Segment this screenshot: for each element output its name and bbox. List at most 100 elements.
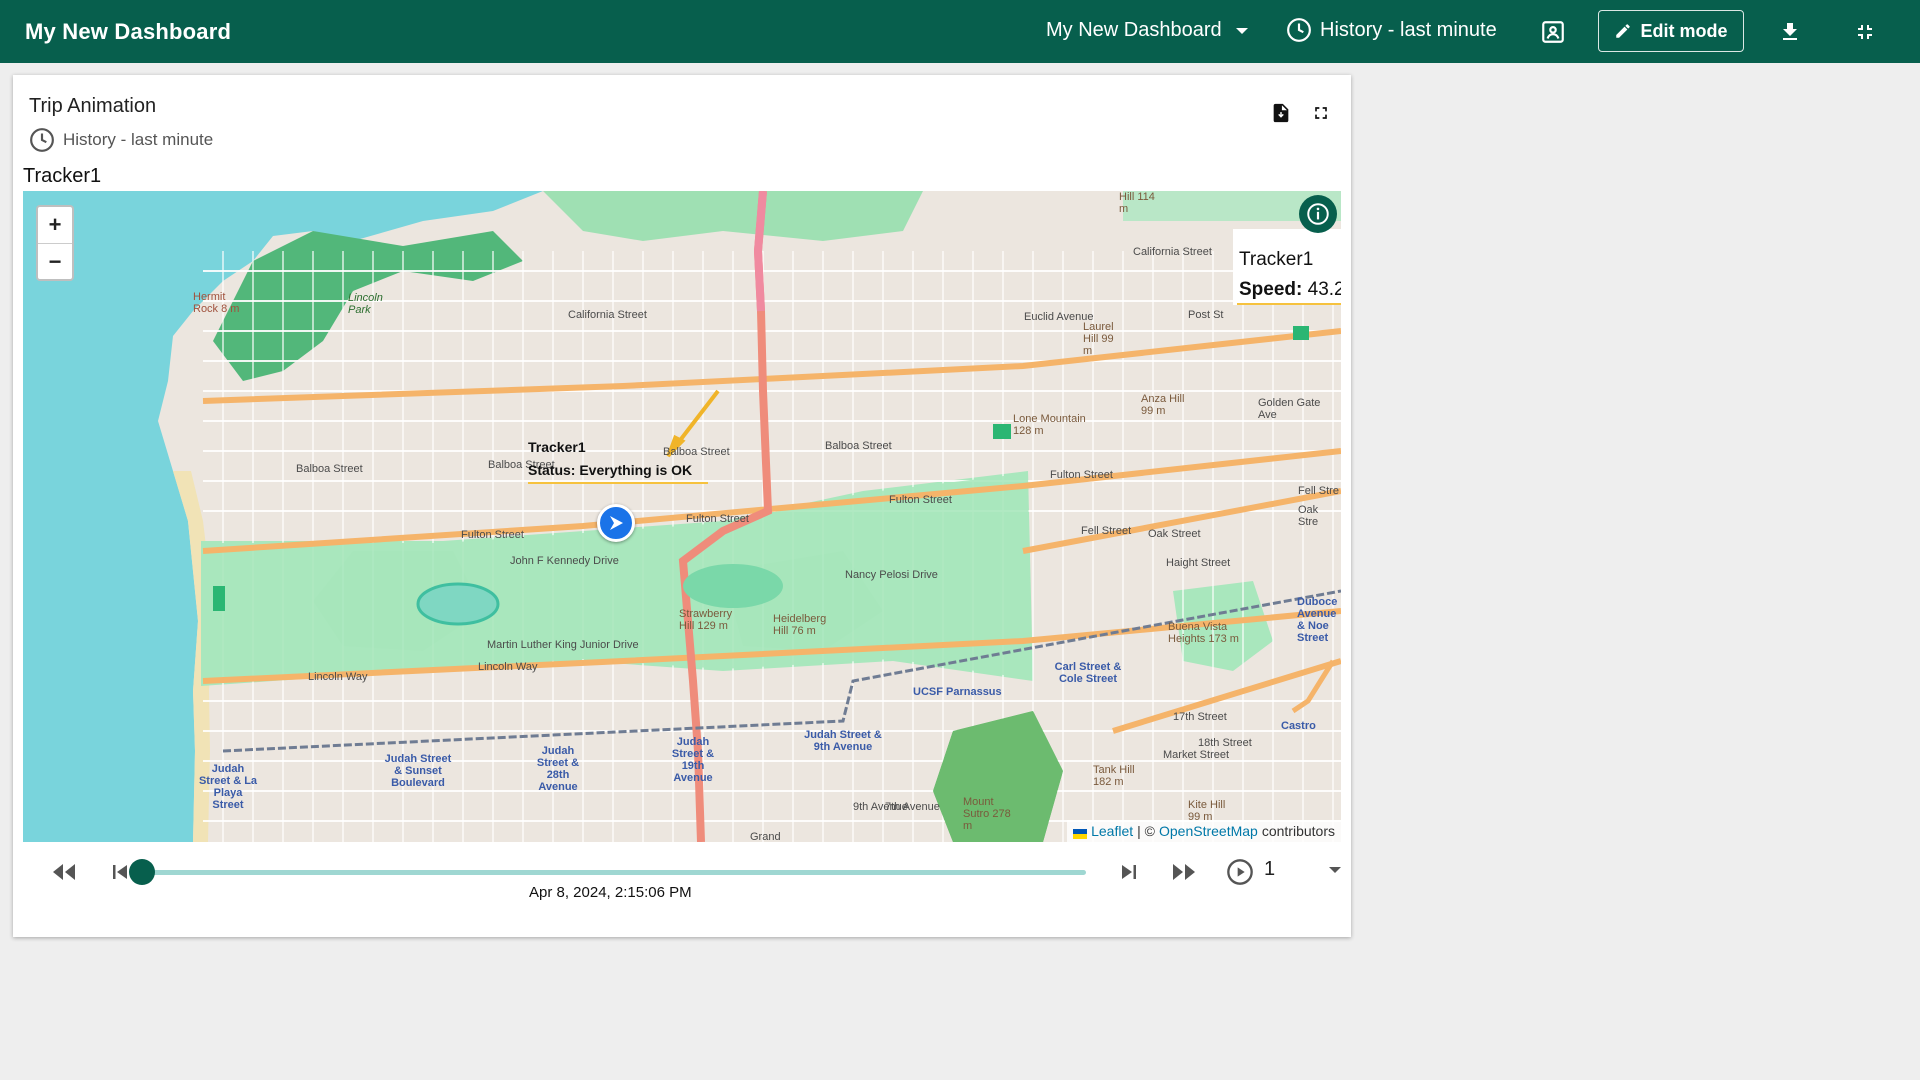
widget-fullscreen-button[interactable] [1307, 99, 1335, 127]
pencil-icon [1616, 24, 1631, 38]
image-export-button[interactable] [1538, 17, 1568, 47]
widget-timewindow-label: History - last minute [63, 130, 214, 149]
fast-rewind-button[interactable] [48, 856, 80, 888]
chevron-down-icon[interactable] [1329, 867, 1341, 873]
widget-timewindow: History - last minute [29, 127, 213, 153]
map-attribution: Leaflet | © OpenStreetMap contributors [1067, 820, 1341, 842]
marker-tooltip: Tracker1 Status: Everything is OK [528, 436, 708, 484]
timewindow-label: History - last minute [1320, 18, 1497, 41]
place-label: Hill 114 m [1119, 191, 1155, 215]
street-label: 17th Street [1173, 711, 1227, 723]
place-label: 7th Avenue [885, 801, 940, 813]
zoom-out-button[interactable]: − [38, 244, 72, 280]
app-title: My New Dashboard [25, 19, 232, 44]
tracker-popup: Tracker1 Speed: 43.2 [1233, 229, 1341, 305]
tracker-marker[interactable] [597, 504, 635, 542]
top-toolbar: My New Dashboard My New Dashboard Histor… [0, 0, 1920, 63]
popup-speed-value: 43.2 [1307, 279, 1341, 300]
skip-next-button[interactable] [1113, 856, 1145, 888]
attribution-separator: | © [1137, 823, 1155, 839]
marker-tooltip-name: Tracker1 [528, 439, 586, 455]
map-labels: California Street Balboa Street Balboa S… [23, 191, 1341, 842]
street-label: Oak Street [1148, 528, 1201, 540]
dashboard-select[interactable]: My New Dashboard [1046, 19, 1248, 42]
place-label: Judah Street & 28th Avenue [536, 745, 580, 793]
edit-mode-button[interactable]: Edit mode [1598, 10, 1744, 52]
place-label: Judah Street & 9th Avenue [804, 729, 882, 753]
download-icon [1783, 23, 1797, 40]
info-button[interactable] [1299, 195, 1337, 233]
skip-next-icon [1122, 865, 1136, 879]
play-circle-icon [1227, 859, 1253, 885]
skip-previous-icon [113, 865, 127, 879]
zoom-control: + − [36, 205, 74, 281]
edit-mode-label: Edit mode [1640, 20, 1728, 41]
direction-arrow-icon [610, 516, 623, 530]
street-label: Martin Luther King Junior Drive [487, 639, 639, 651]
street-label: Oak Stre [1298, 504, 1319, 528]
clock-icon [1287, 18, 1311, 42]
street-label: Balboa Street [296, 463, 363, 475]
place-label: Judah Street & Sunset Boulevard [384, 753, 452, 789]
popup-entity-name: Tracker1 [1239, 249, 1314, 270]
place-label: UCSF Parnassus [913, 686, 1002, 698]
place-label: Lincoln Park [348, 292, 383, 316]
ukraine-flag-icon [1073, 826, 1088, 839]
widget-title: Trip Animation [29, 95, 157, 117]
place-label: Grand [750, 831, 781, 842]
info-icon [1307, 203, 1329, 225]
street-label: Post St [1188, 309, 1224, 321]
street-label: Market Street [1163, 749, 1230, 761]
exit-fullscreen-button[interactable] [1850, 17, 1880, 47]
street-label: Fulton Street [686, 513, 749, 525]
place-label: Heidelberg Hill 76 m [773, 613, 827, 637]
place-label: Hermit Rock 8 m [193, 291, 240, 315]
timeline-thumb[interactable] [129, 859, 155, 885]
download-button[interactable] [1775, 17, 1805, 47]
place-label: Judah Street & La Playa Street [198, 763, 258, 811]
place-label: Buena Vista Heights 173 m [1168, 621, 1239, 645]
osm-link[interactable]: OpenStreetMap [1159, 823, 1258, 839]
fullscreen-icon [1315, 107, 1327, 119]
street-label: Fell Stre [1298, 485, 1339, 497]
street-label: Golden Gate Ave [1258, 397, 1321, 421]
place-label: Anza Hill 99 m [1141, 393, 1185, 417]
street-label: Haight Street [1166, 557, 1231, 569]
street-label: Balboa Street [825, 440, 892, 452]
trip-animation-widget: Trip Animation History - last minute Tra… [13, 75, 1351, 937]
street-label: Lincoln Way [308, 671, 368, 683]
street-label: California Street [568, 309, 647, 321]
entity-label: Tracker1 [23, 165, 102, 187]
play-button[interactable] [1224, 856, 1256, 888]
marker-tooltip-status: Status: Everything is OK [528, 462, 693, 478]
fast-forward-icon [1173, 864, 1195, 880]
export-csv-button[interactable] [1267, 99, 1295, 127]
popup-underline [1237, 303, 1341, 305]
place-label: Castro [1281, 720, 1316, 732]
timeline-timestamp: Apr 8, 2024, 2:15:06 PM [529, 884, 692, 901]
place-label: Lone Mountain 128 m [1013, 413, 1086, 437]
playback-speed-value[interactable]: 1 [1264, 858, 1275, 881]
place-label: Strawberry Hill 129 m [679, 608, 733, 632]
street-label: California Street [1133, 246, 1212, 258]
file-download-icon [1273, 103, 1289, 123]
zoom-in-button[interactable]: + [38, 207, 72, 244]
chevron-down-icon [1235, 27, 1248, 34]
clock-icon [30, 128, 54, 152]
timewindow-button[interactable]: History - last minute [1286, 17, 1497, 43]
fast-forward-button[interactable] [1168, 856, 1200, 888]
street-label: Fulton Street [461, 529, 524, 541]
street-label: Lincoln Way [478, 661, 538, 673]
place-label: Mount Sutro 278 m [963, 796, 1011, 832]
fullscreen-exit-icon [1858, 25, 1872, 39]
leaflet-link[interactable]: Leaflet [1091, 823, 1133, 839]
street-label: Fell Street [1081, 525, 1132, 537]
place-label: Judah Street & 19th Avenue [671, 736, 715, 784]
street-label: John F Kennedy Drive [510, 555, 619, 567]
timeline-track[interactable] [140, 870, 1086, 875]
tooltip-underline [528, 482, 708, 484]
street-label: 18th Street [1198, 737, 1252, 749]
fast-rewind-icon [53, 864, 75, 880]
place-label: Duboce Avenue & Noe Street [1297, 596, 1338, 644]
map-view[interactable]: California Street Balboa Street Balboa S… [23, 191, 1341, 842]
